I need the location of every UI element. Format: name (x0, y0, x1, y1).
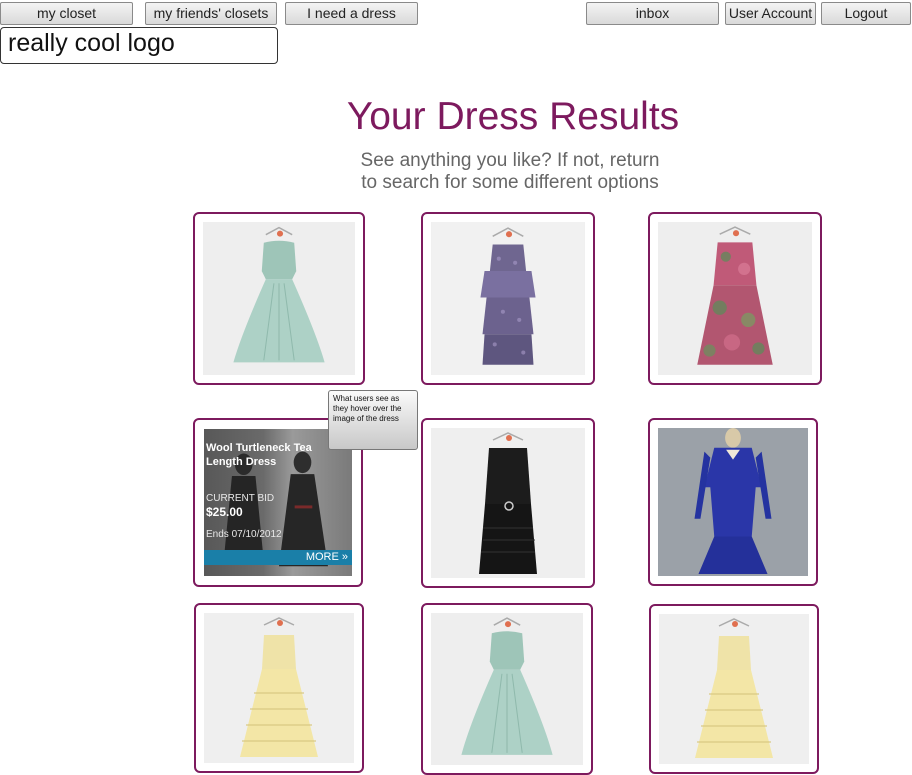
hover-dress-title: Wool Turtleneck Tea Length Dress (206, 442, 312, 468)
dress-photo (203, 222, 355, 375)
subtitle-line-2: to search for some different options (361, 172, 659, 193)
hover-tooltip: What users see as they hover over the im… (328, 390, 418, 450)
dress-result-card[interactable] (421, 418, 595, 588)
hover-overlay[interactable]: Wool Turtleneck Tea Length Dress CURRENT… (204, 429, 352, 576)
page-title: Your Dress Results (346, 95, 680, 138)
page-subtitle: See anything you like? If not, return to… (310, 150, 710, 194)
dress-result-card[interactable] (193, 212, 365, 385)
dress-photo (431, 613, 583, 765)
dress-photo (431, 428, 585, 578)
inbox-button[interactable]: inbox (586, 2, 719, 25)
logo[interactable]: really cool logo (0, 27, 278, 64)
need-dress-button[interactable]: I need a dress (285, 2, 418, 25)
dress-photo (659, 614, 809, 764)
dress-image (659, 614, 809, 764)
dress-image (658, 222, 812, 375)
dress-photo (658, 222, 812, 375)
hover-end-date: Ends 07/10/2012 (206, 529, 282, 540)
dress-result-card[interactable] (648, 212, 822, 385)
hover-bid-label: CURRENT BID (206, 493, 275, 504)
dress-image (431, 613, 583, 765)
dress-photo (204, 613, 354, 763)
user-account-button[interactable]: User Account (725, 2, 816, 25)
dress-image (433, 428, 583, 578)
dress-result-card[interactable] (649, 604, 819, 774)
dress-image (431, 222, 585, 375)
dress-result-card[interactable] (421, 603, 593, 775)
subtitle-line-1: See anything you like? If not, return (360, 150, 660, 171)
dress-result-card[interactable] (421, 212, 595, 385)
dress-image (659, 428, 807, 576)
more-button[interactable]: MORE » (204, 550, 352, 565)
friends-closets-button[interactable]: my friends' closets (145, 2, 277, 25)
dress-image (204, 613, 354, 763)
hover-bid-value: $25.00 (206, 505, 243, 519)
dress-photo (658, 428, 808, 576)
my-closet-button[interactable]: my closet (0, 2, 133, 25)
dress-photo (431, 222, 585, 375)
dress-result-card[interactable] (194, 603, 364, 773)
dress-result-card[interactable] (648, 418, 818, 586)
dress-image (203, 222, 355, 375)
logout-button[interactable]: Logout (821, 2, 911, 25)
